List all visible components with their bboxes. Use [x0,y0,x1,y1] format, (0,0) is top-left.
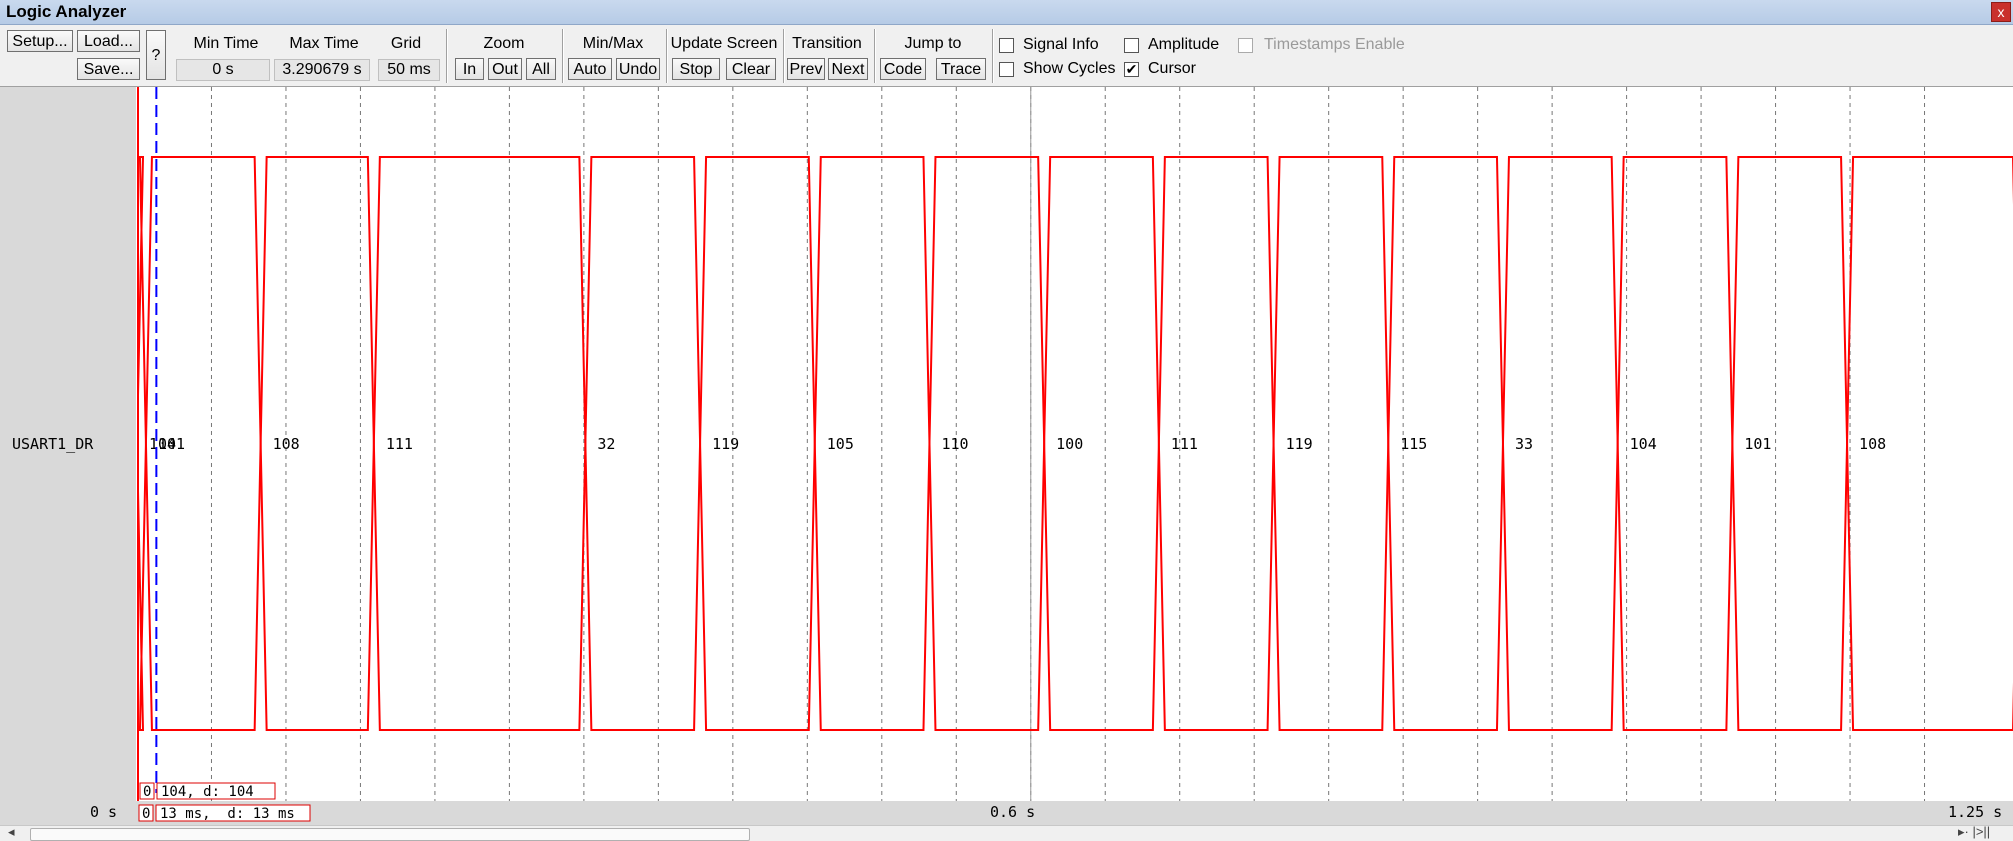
horizontal-scrollbar[interactable]: ◂ ▸· |>|| [0,824,2013,841]
signal-name[interactable]: USART1_DR [12,435,93,453]
timeline-end-label: 1.25 s [1948,803,2002,821]
show-cycles-label: Show Cycles [1023,60,1116,77]
waveform-value-label: 33 [1515,435,1533,453]
close-button[interactable]: x [1991,2,2011,22]
save-button[interactable]: Save... [77,58,140,80]
separator [992,29,994,83]
next-button[interactable]: Next [828,58,868,80]
cursor-value-readout: 104, d: 104 [161,784,254,800]
waveform-canvas[interactable]: 104 101 108 111 32 119 105 110 100 111 119 115 33 104… [136,87,2013,801]
separator [783,29,785,83]
timestamps-label: Timestamps Enable [1264,36,1405,53]
min-time-field: 0 s [176,59,270,81]
show-cycles-checkbox[interactable] [999,62,1014,77]
waveform-value-label: 104 [1630,435,1657,453]
waveform-value-label: 108 [1859,435,1886,453]
timeline-mid-label: 0.6 s [990,803,1035,821]
separator [446,29,448,83]
stop-button[interactable]: Stop [672,58,720,80]
trace-button[interactable]: Trace [936,58,986,80]
jump-to-label: Jump to [904,35,962,52]
title-bar: Logic Analyzer x [0,0,2013,25]
separator [562,29,564,83]
minmax-label: Min/Max [582,35,644,52]
scroll-thumb[interactable] [30,828,750,841]
cursor-value-marker: 0 [143,784,151,800]
zoom-all-button[interactable]: All [526,58,556,80]
waveform-value-label: 111 [1171,435,1198,453]
amplitude-label: Amplitude [1148,36,1220,53]
waveform-value-label: 108 [273,435,300,453]
transition-label: Transition [792,35,862,52]
setup-button[interactable]: Setup... [7,30,73,52]
prev-button[interactable]: Prev [787,58,825,80]
waveform-area[interactable]: 104 101 108 111 32 119 105 110 100 111 119 115 33 104… [136,87,2013,801]
scroll-left-arrow-icon[interactable]: ◂ [8,824,15,840]
checkmark-icon: ✔ [1125,61,1138,77]
signal-info-checkbox[interactable] [999,38,1014,53]
code-button[interactable]: Code [880,58,926,80]
help-button[interactable]: ? [146,30,166,80]
waveform-value-label: 32 [597,435,615,453]
timeline-bar: 0 s 0 13 ms, d: 13 ms 0.6 s 1.25 s [0,801,2013,825]
undo-button[interactable]: Undo [616,58,660,80]
cursor-time-readout: 13 ms, d: 13 ms [160,806,295,822]
waveform-value-label: 100 [1056,435,1083,453]
max-time-label: Max Time [289,35,359,52]
waveform-value-label: 119 [1286,435,1313,453]
waveform-value-label: 101 [158,435,185,453]
cursor-label: Cursor [1148,60,1197,77]
signal-info-label: Signal Info [1023,36,1099,53]
grid-label: Grid [390,35,422,52]
waveform-value-label: 101 [1744,435,1771,453]
max-time-field: 3.290679 s [274,59,370,81]
cursor-checkbox[interactable]: ✔ [1124,62,1139,77]
grid-field: 50 ms [378,59,440,81]
zoom-label: Zoom [483,35,525,52]
waveform-value-label: 105 [827,435,854,453]
separator [874,29,876,83]
load-button[interactable]: Load... [77,30,140,52]
amplitude-checkbox[interactable] [1124,38,1139,53]
waveform-value-label: 119 [712,435,739,453]
window-title: Logic Analyzer [6,2,127,21]
waveform-value-label: 115 [1400,435,1427,453]
cursor-time-marker: 0 [142,806,150,822]
scroll-end-icon[interactable]: ▸· |>|| [1958,824,1990,840]
toolbar: Setup... Load... Save... ? Min Time 0 s … [0,25,2013,87]
update-screen-label: Update Screen [670,35,778,52]
timestamps-checkbox[interactable] [1238,38,1253,53]
zoom-out-button[interactable]: Out [488,58,522,80]
signal-list: USART1_DR [0,87,137,801]
waveform-value-label: 110 [941,435,968,453]
clear-button[interactable]: Clear [726,58,776,80]
timeline-start-label: 0 s [90,803,117,821]
auto-button[interactable]: Auto [568,58,612,80]
min-time-label: Min Time [193,35,259,52]
zoom-in-button[interactable]: In [455,58,484,80]
waveform-value-label: 111 [386,435,413,453]
